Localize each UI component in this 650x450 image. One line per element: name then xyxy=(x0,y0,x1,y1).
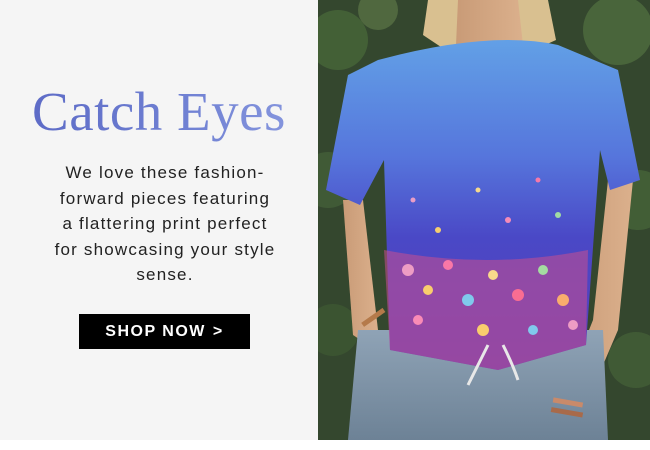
shop-now-button[interactable]: SHOP NOW > xyxy=(79,314,250,349)
model-photo[interactable] xyxy=(318,0,650,440)
shop-now-label: SHOP NOW xyxy=(105,322,206,340)
promo-text-panel: Catch Eyes We love these fashion-forward… xyxy=(0,0,318,440)
promo-banner: Catch Eyes We love these fashion-forward… xyxy=(0,0,650,450)
promo-headline: Catch Eyes xyxy=(0,80,318,144)
model-photo-illustration xyxy=(318,0,650,440)
promo-description: We love these fashion-forward pieces fea… xyxy=(54,163,276,284)
chevron-right-icon: > xyxy=(212,322,224,340)
bottom-divider xyxy=(0,440,650,450)
